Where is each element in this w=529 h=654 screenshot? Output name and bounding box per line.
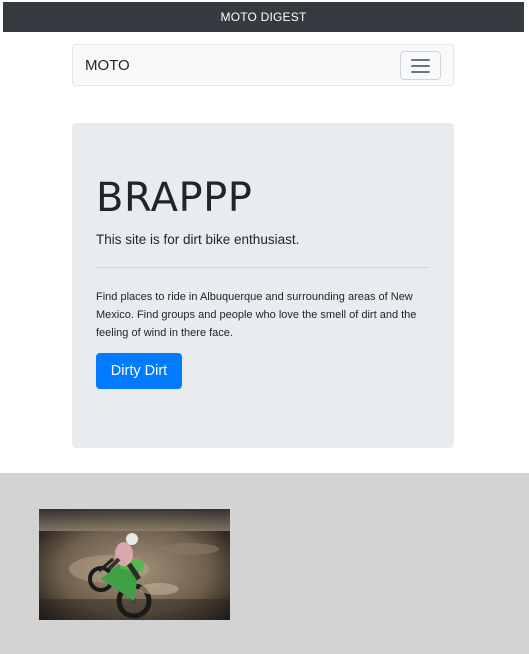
- hero-divider: [96, 267, 430, 268]
- hero-lead: This site is for dirt bike enthusiast.: [96, 232, 300, 247]
- navbar: MOTO: [72, 44, 454, 86]
- hero-description: Find places to ride in Albuquerque and s…: [96, 291, 417, 339]
- hero-heading: BRAPPP: [96, 175, 253, 221]
- banner-title: MOTO DIGEST: [220, 10, 307, 24]
- hero-jumbotron: BRAPPP This site is for dirt bike enthus…: [72, 123, 454, 448]
- navbar-toggle-button[interactable]: [400, 51, 441, 80]
- photo-section: [0, 473, 529, 654]
- dirty-dirt-button[interactable]: Dirty Dirt: [96, 353, 182, 389]
- navbar-brand[interactable]: MOTO: [85, 57, 130, 74]
- top-banner: MOTO DIGEST: [3, 2, 524, 32]
- dirt-bike-photo: [39, 509, 230, 620]
- hamburger-menu-icon: [411, 57, 430, 75]
